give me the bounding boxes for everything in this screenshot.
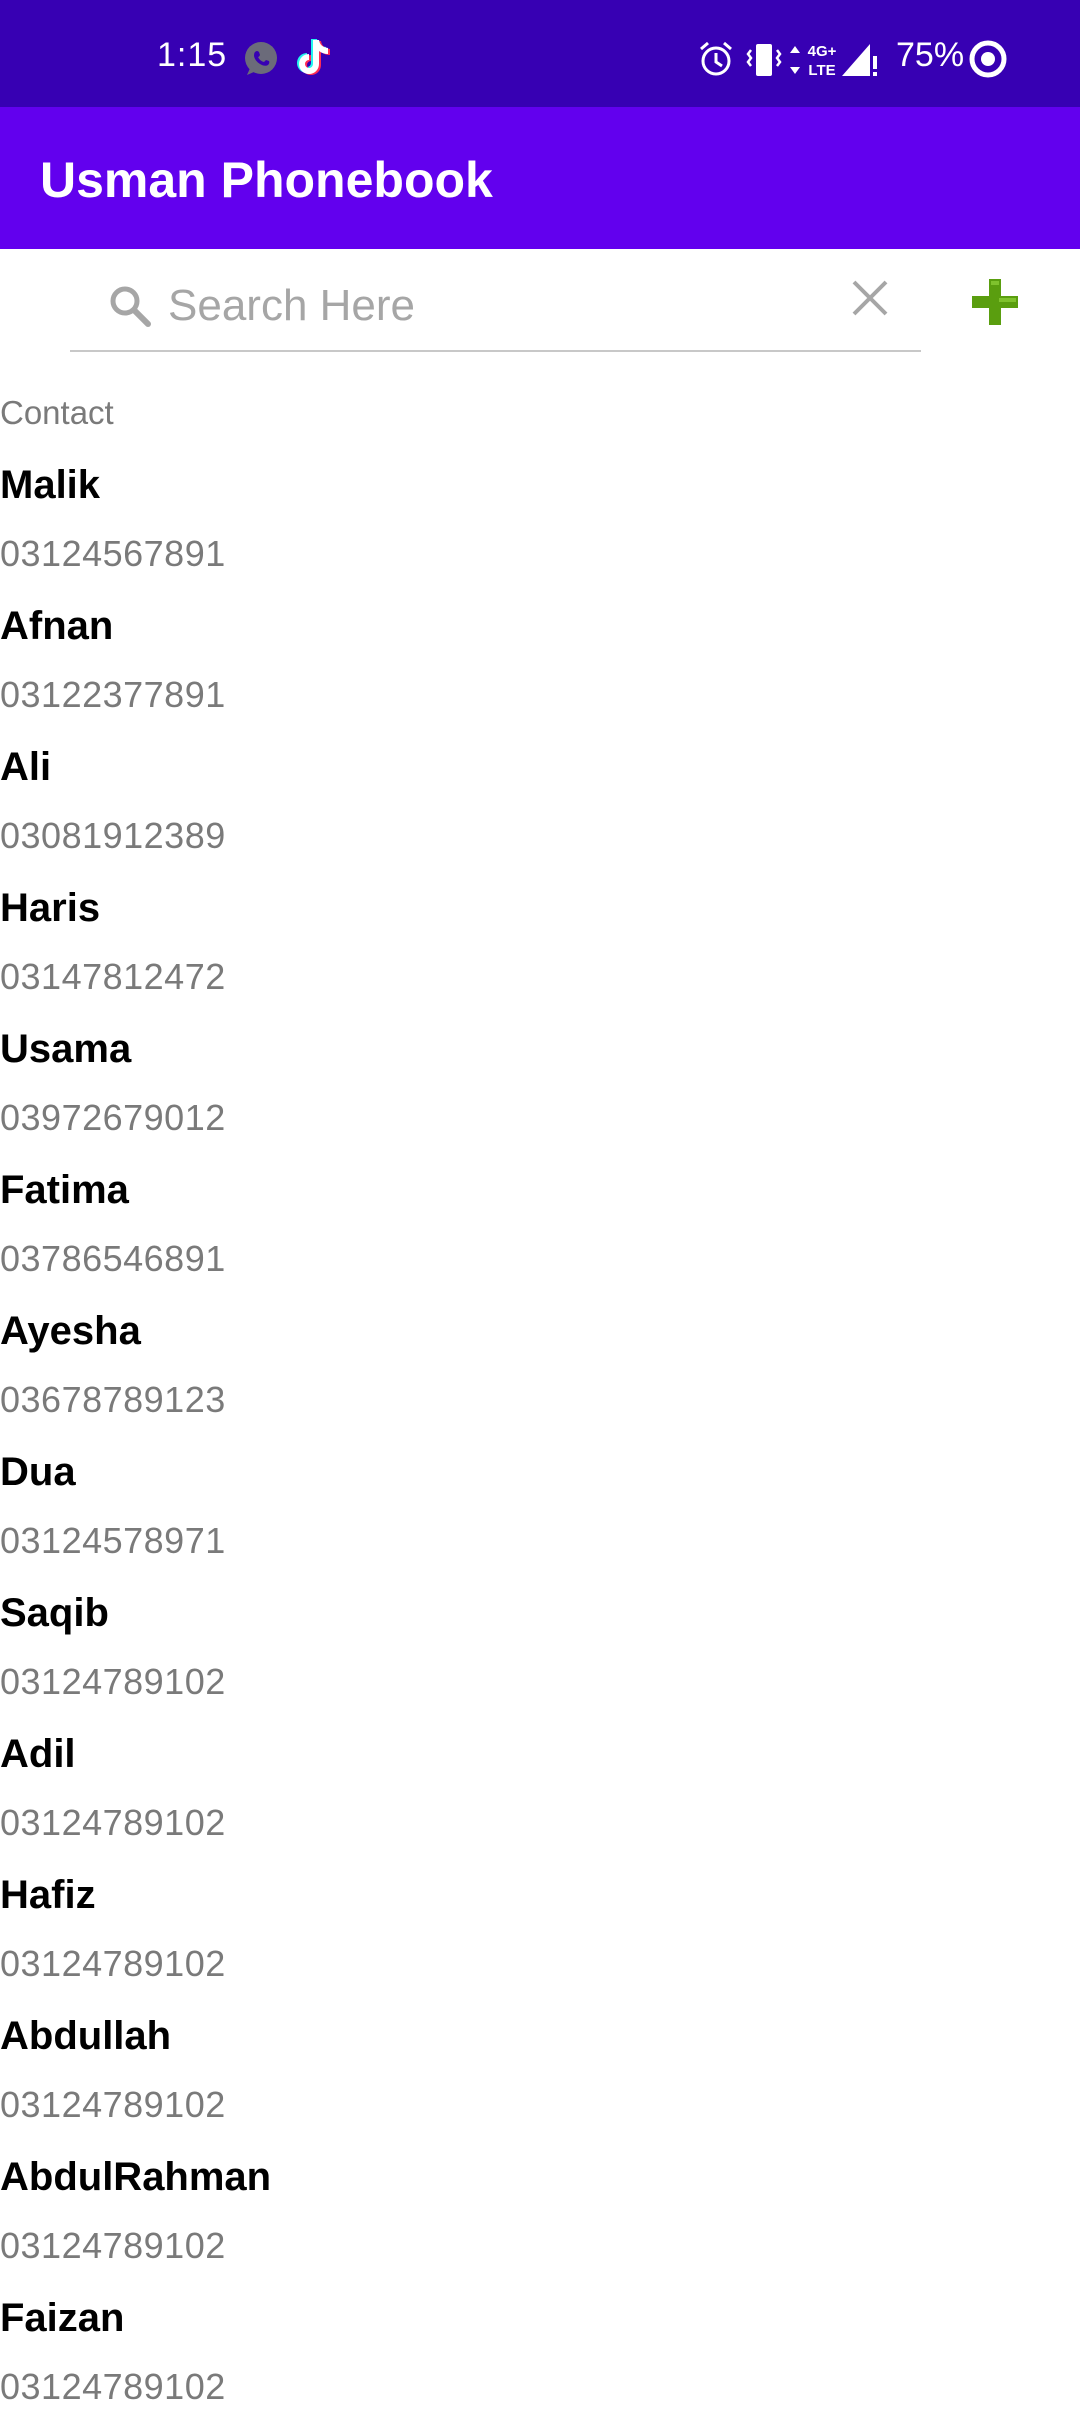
list-item[interactable]: Abdullah 03124789102	[0, 2006, 1080, 2147]
contact-name: Dua	[0, 1450, 76, 1494]
svg-text:LTE: LTE	[808, 62, 835, 79]
list-item[interactable]: Afnan 03122377891	[0, 596, 1080, 737]
contact-phone: 03124567891	[0, 533, 226, 574]
app-bar: Usman Phonebook	[0, 107, 1080, 249]
contact-name: Afnan	[0, 604, 114, 648]
contact-name: Fatima	[0, 1168, 129, 1212]
contact-name: Malik	[0, 463, 101, 507]
list-item[interactable]: Adil 03124789102	[0, 1724, 1080, 1865]
data-arrows-icon	[790, 46, 800, 74]
contact-name: Ali	[0, 745, 52, 789]
contact-phone: 03147812472	[0, 956, 226, 997]
whatsapp-icon	[245, 42, 277, 75]
list-item[interactable]: Hafiz 03124789102	[0, 1865, 1080, 2006]
contact-phone: 03786546891	[0, 1238, 226, 1279]
page-title: Usman Phonebook	[40, 152, 493, 208]
list-item[interactable]: Saqib 03124789102	[0, 1583, 1080, 1724]
contact-phone: 03124578971	[0, 1520, 226, 1561]
contact-name: Saqib	[0, 1591, 109, 1635]
contact-name: Haris	[0, 886, 101, 930]
close-icon[interactable]	[848, 276, 892, 320]
contact-name: Adil	[0, 1732, 76, 1776]
contact-phone: 03124789102	[0, 1802, 226, 1843]
add-contact-button[interactable]	[968, 275, 1022, 329]
contact-name: AbdulRahman	[0, 2155, 272, 2199]
section-label: Contact	[0, 394, 114, 431]
contact-name: Faizan	[0, 2296, 125, 2340]
contact-name: Ayesha	[0, 1309, 141, 1353]
list-item[interactable]: Dua 03124578971	[0, 1442, 1080, 1583]
status-time: 1:15	[157, 36, 228, 74]
list-item[interactable]: AbdulRahman 03124789102	[0, 2147, 1080, 2288]
contact-phone: 03081912389	[0, 815, 226, 856]
list-item[interactable]: Usama 03972679012	[0, 1019, 1080, 1160]
list-item[interactable]: Ali 03081912389	[0, 737, 1080, 878]
contact-list: Malik 03124567891 Afnan 03122377891 Ali …	[0, 455, 1080, 2429]
list-item[interactable]: Ayesha 03678789123	[0, 1301, 1080, 1442]
contact-phone: 03124789102	[0, 1661, 226, 1702]
contact-phone: 03972679012	[0, 1097, 226, 1138]
battery-ring-icon	[969, 40, 1007, 78]
contact-phone: 03122377891	[0, 674, 226, 715]
list-item[interactable]: Malik 03124567891	[0, 455, 1080, 596]
signal-icon	[842, 44, 877, 76]
contact-phone: 03124789102	[0, 2366, 226, 2407]
contact-name: Hafiz	[0, 1873, 96, 1917]
alarm-icon	[700, 41, 732, 76]
network-type-icon: 4G+ LTE	[808, 43, 837, 79]
contact-phone: 03124789102	[0, 2084, 226, 2125]
svg-text:4G+: 4G+	[808, 43, 837, 60]
contact-name: Usama	[0, 1027, 132, 1071]
battery-percent: 75%	[896, 36, 965, 74]
vibrate-icon	[746, 44, 782, 76]
search-bar	[70, 262, 921, 352]
list-item[interactable]: Haris 03147812472	[0, 878, 1080, 1019]
contact-phone: 03124789102	[0, 1943, 226, 1984]
search-icon	[110, 286, 151, 327]
list-item[interactable]: Fatima 03786546891	[0, 1160, 1080, 1301]
contact-name: Abdullah	[0, 2014, 172, 2058]
contact-phone: 03678789123	[0, 1379, 226, 1420]
list-item[interactable]: Faizan 03124789102	[0, 2288, 1080, 2429]
contact-phone: 03124789102	[0, 2225, 226, 2266]
tiktok-icon	[297, 39, 330, 75]
status-bar: 1:15 4G+ LTE 75%	[0, 0, 1080, 107]
search-input[interactable]	[168, 276, 788, 336]
